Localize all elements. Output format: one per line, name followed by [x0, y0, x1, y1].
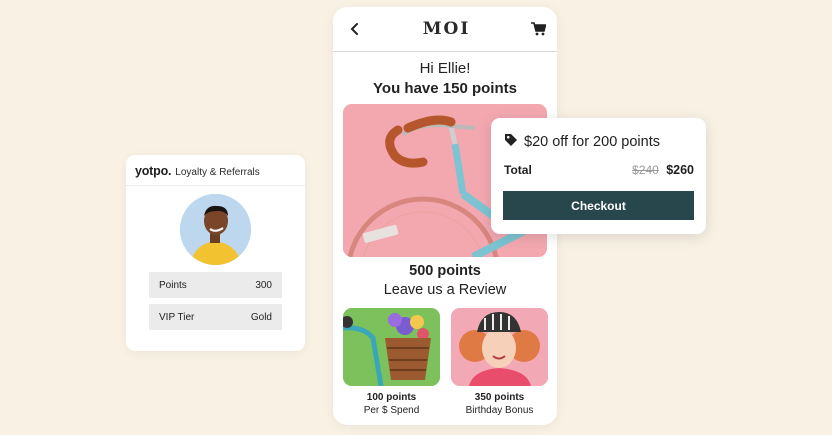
- birthday-reward-caption: 350 points Birthday Bonus: [451, 391, 548, 417]
- tag-icon: [504, 133, 518, 151]
- spend-reward-caption: 100 points Per $ Spend: [343, 391, 440, 417]
- vip-tier-row: VIP Tier Gold: [149, 304, 282, 330]
- review-reward-points: 500 points: [409, 263, 481, 279]
- redeem-offer-card: $20 off for 200 points Total $240 $260 C…: [491, 118, 706, 234]
- app-header: MOI: [333, 7, 557, 52]
- loyalty-card-subtitle: Loyalty & Referrals: [175, 167, 260, 178]
- yotpo-logo: yotpo.: [135, 164, 172, 178]
- brand-logo: MOI: [422, 19, 471, 39]
- price-group: $240 $260: [632, 163, 694, 177]
- total-label: Total: [504, 163, 532, 177]
- old-price: $240: [632, 163, 659, 177]
- vip-tier-value: Gold: [250, 311, 272, 323]
- spend-reward-points: 100 points: [366, 392, 417, 403]
- checkout-button[interactable]: Checkout: [503, 191, 694, 220]
- loyalty-card-header: yotpo. Loyalty & Referrals: [126, 155, 305, 186]
- loyalty-card: yotpo. Loyalty & Referrals Points 300 VI…: [126, 155, 305, 351]
- avatar: [180, 194, 251, 265]
- birthday-reward-points: 350 points: [474, 392, 525, 403]
- spend-reward-image: [343, 308, 440, 386]
- shopping-cart-icon[interactable]: [530, 21, 546, 37]
- new-price: $260: [666, 163, 694, 177]
- birthday-reward-image: [451, 308, 548, 386]
- greeting: Hi Ellie!: [419, 60, 471, 77]
- points-label: Points: [159, 279, 187, 291]
- chevron-left-icon[interactable]: [347, 21, 363, 37]
- spend-reward-label: Per $ Spend: [363, 405, 420, 416]
- offer-title: $20 off for 200 points: [504, 133, 660, 151]
- birthday-reward-label: Birthday Bonus: [465, 405, 534, 416]
- offer-title-text: $20 off for 200 points: [524, 134, 660, 150]
- points-balance: You have 150 points: [373, 80, 517, 97]
- total-row: Total $240 $260: [504, 163, 694, 177]
- points-value: 300: [255, 279, 272, 291]
- vip-tier-label: VIP Tier: [159, 311, 195, 323]
- review-reward-text: Leave us a Review: [383, 282, 507, 298]
- points-row: Points 300: [149, 272, 282, 298]
